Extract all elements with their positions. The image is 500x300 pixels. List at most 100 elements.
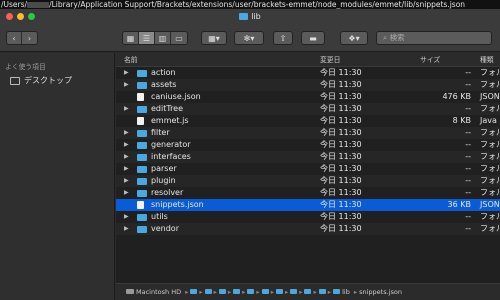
crumb-file-label: snippets.json — [359, 288, 402, 296]
file-name: plugin — [151, 176, 176, 185]
disclosure-triangle-icon[interactable]: ▶ — [124, 187, 129, 199]
disclosure-triangle-icon[interactable]: ▶ — [124, 211, 129, 223]
path-suffix: /Library/Application Support/Brackets/ex… — [49, 0, 466, 9]
file-row[interactable]: ▶ filter 今日 11:30 -- フォル — [116, 127, 500, 139]
file-size: 36 KB — [447, 200, 471, 209]
file-kind: JSON — [480, 92, 500, 101]
folder-icon[interactable] — [304, 289, 312, 294]
file-row[interactable]: ▶ assets 今日 11:30 -- フォル — [116, 79, 500, 91]
crumb-file[interactable]: snippets.json — [359, 284, 402, 300]
column-view-button[interactable]: ▥ — [155, 32, 171, 44]
file-kind: フォル — [480, 188, 500, 197]
disclosure-triangle-icon[interactable]: ▶ — [124, 127, 129, 139]
disclosure-triangle-icon[interactable]: ▶ — [124, 139, 129, 151]
file-name: editTree — [151, 104, 184, 113]
file-date: 今日 11:30 — [320, 140, 362, 149]
file-name: caniuse.json — [151, 92, 201, 101]
column-date[interactable]: 変更日 — [320, 53, 340, 67]
file-row[interactable]: snippets.json 今日 11:30 36 KB JSON — [116, 199, 500, 211]
file-row[interactable]: ▶ editTree 今日 11:30 -- フォル — [116, 103, 500, 115]
disclosure-triangle-icon[interactable]: ▶ — [124, 79, 129, 91]
group-button[interactable]: ▦▾ — [201, 31, 227, 45]
file-date: 今日 11:30 — [320, 200, 362, 209]
list-view-button[interactable]: ☰ — [139, 32, 155, 44]
grid-icon: ▦▾ — [208, 33, 220, 43]
file-date: 今日 11:30 — [320, 128, 362, 137]
folder-icon — [137, 106, 147, 113]
file-name: resolver — [151, 188, 184, 197]
file-kind: フォル — [480, 152, 500, 161]
file-row[interactable]: ▶ vendor 今日 11:30 -- フォル — [116, 223, 500, 235]
dropbox-icon: ❖▾ — [348, 33, 360, 43]
toolbar: ‹ › ▦ ☰ ▥ ▭ ▦▾ ✻▾ ⇧ ▬ ❖▾ ⌕ 検索 — [0, 24, 500, 52]
folder-icon[interactable] — [261, 289, 269, 294]
folder-icon — [137, 214, 147, 221]
document-icon — [137, 201, 144, 209]
column-name[interactable]: 名前 — [124, 53, 138, 67]
file-row[interactable]: ▶ generator 今日 11:30 -- フォル — [116, 139, 500, 151]
file-row[interactable]: ▶ parser 今日 11:30 -- フォル — [116, 163, 500, 175]
folder-icon — [137, 178, 147, 185]
tag-icon: ▬ — [309, 33, 317, 43]
folder-icon[interactable] — [204, 289, 212, 294]
file-row[interactable]: ▶ plugin 今日 11:30 -- フォル — [116, 175, 500, 187]
file-size: -- — [465, 140, 471, 149]
file-row[interactable]: emmet.js 今日 11:30 8 KB Java — [116, 115, 500, 127]
document-icon — [137, 93, 144, 101]
title-bar: lib — [0, 9, 500, 24]
folder-icon[interactable] — [290, 289, 298, 294]
folder-icon[interactable] — [233, 289, 241, 294]
file-size: -- — [465, 104, 471, 113]
forward-button[interactable]: › — [22, 32, 37, 44]
folder-icon — [137, 82, 147, 89]
file-kind: フォル — [480, 224, 500, 233]
file-date: 今日 11:30 — [320, 164, 362, 173]
folder-icon[interactable] — [275, 289, 283, 294]
file-name: generator — [151, 140, 191, 149]
path-prefix: /Users/ — [1, 0, 28, 9]
file-date: 今日 11:30 — [320, 176, 362, 185]
file-row[interactable]: ▶ action 今日 11:30 -- フォル — [116, 67, 500, 79]
folder-icon — [137, 70, 147, 77]
folder-icon[interactable] — [190, 289, 198, 294]
folder-icon — [137, 190, 147, 197]
sidebar-item-desktop[interactable]: デスクトップ — [10, 75, 72, 86]
file-date: 今日 11:30 — [320, 224, 362, 233]
crumb-lib-label: lib — [342, 288, 350, 296]
file-size: -- — [465, 68, 471, 77]
file-row[interactable]: ▶ interfaces 今日 11:30 -- フォル — [116, 151, 500, 163]
disclosure-triangle-icon[interactable]: ▶ — [124, 151, 129, 163]
column-kind[interactable]: 種類 — [480, 53, 494, 67]
file-row[interactable]: caniuse.json 今日 11:30 476 KB JSON — [116, 91, 500, 103]
crumb-lib[interactable]: lib — [333, 284, 350, 300]
folder-icon — [137, 226, 147, 233]
window-title: lib — [0, 11, 500, 22]
share-button[interactable]: ⇧ — [273, 31, 293, 45]
action-button[interactable]: ✻▾ — [234, 31, 264, 45]
folder-icon[interactable] — [247, 289, 255, 294]
file-date: 今日 11:30 — [320, 104, 362, 113]
gallery-view-button[interactable]: ▭ — [171, 32, 187, 44]
crumb-root[interactable]: Macintosh HD — [126, 284, 181, 300]
disclosure-triangle-icon[interactable]: ▶ — [124, 67, 129, 79]
disclosure-triangle-icon[interactable]: ▶ — [124, 175, 129, 187]
share-icon: ⇧ — [279, 33, 287, 43]
folder-icon[interactable] — [318, 289, 326, 294]
home-folder-icon[interactable] — [218, 289, 226, 294]
search-field[interactable]: ⌕ 検索 — [376, 31, 492, 45]
back-button[interactable]: ‹ — [7, 32, 22, 44]
disk-icon — [126, 289, 134, 294]
nav-buttons: ‹ › — [6, 31, 38, 45]
tags-button[interactable]: ▬ — [301, 31, 325, 45]
disclosure-triangle-icon[interactable]: ▶ — [124, 103, 129, 115]
disclosure-triangle-icon[interactable]: ▶ — [124, 223, 129, 235]
icon-view-button[interactable]: ▦ — [123, 32, 139, 44]
dropbox-button[interactable]: ❖▾ — [340, 31, 368, 45]
file-date: 今日 11:30 — [320, 116, 362, 125]
disclosure-triangle-icon[interactable]: ▶ — [124, 163, 129, 175]
file-row[interactable]: ▶ utils 今日 11:30 -- フォル — [116, 211, 500, 223]
file-name: utils — [151, 212, 168, 221]
file-row[interactable]: ▶ resolver 今日 11:30 -- フォル — [116, 187, 500, 199]
file-name: parser — [151, 164, 177, 173]
column-size[interactable]: サイズ — [420, 53, 440, 67]
